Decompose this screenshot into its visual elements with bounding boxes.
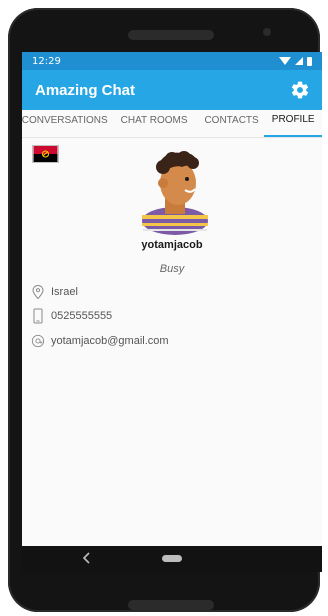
signal-icon — [295, 57, 303, 65]
phone-text: 0525555555 — [51, 310, 113, 322]
email-at-icon — [31, 334, 45, 348]
battery-icon — [307, 56, 312, 66]
email-row: yotamjacob@gmail.com — [31, 333, 169, 349]
tab-conversations[interactable]: CONVERSATIONS — [22, 110, 109, 137]
home-pill-icon[interactable] — [162, 555, 182, 562]
phone-row: 0525555555 — [31, 308, 112, 324]
front-camera — [263, 28, 271, 36]
app-title: Amazing Chat — [35, 81, 136, 99]
email-text: yotamjacob@gmail.com — [51, 335, 169, 347]
system-nav-bar — [22, 546, 322, 572]
speaker-top — [128, 30, 214, 40]
tab-profile[interactable]: PROFILE — [264, 110, 322, 137]
profile-content: yotamjacob Busy Israel 0525555555 yotamj… — [22, 138, 322, 552]
back-chevron-icon[interactable] — [82, 552, 92, 564]
app-bar: Amazing Chat — [22, 70, 322, 110]
status-icons — [279, 56, 312, 66]
status-bar: 12:29 — [22, 52, 322, 70]
tab-bar: CONVERSATIONS CHAT ROOMS CONTACTS PROFIL… — [22, 110, 322, 138]
wifi-icon — [279, 57, 291, 65]
location-text: Israel — [51, 286, 78, 298]
phone-screen: 12:29 Amazing Chat CONVERSATIONS CHAT RO… — [22, 52, 322, 572]
phone-icon — [33, 308, 43, 324]
angola-flag-icon — [32, 145, 59, 163]
tab-contacts[interactable]: CONTACTS — [199, 110, 265, 137]
tab-chat-rooms[interactable]: CHAT ROOMS — [109, 110, 198, 137]
profile-username: yotamjacob — [141, 239, 203, 251]
location-row: Israel — [31, 284, 78, 300]
speaker-bottom — [128, 600, 214, 610]
avatar — [142, 151, 208, 235]
location-pin-icon — [32, 284, 44, 300]
profile-status: Busy — [159, 263, 185, 275]
gear-icon[interactable] — [290, 80, 310, 100]
status-time: 12:29 — [32, 55, 61, 67]
